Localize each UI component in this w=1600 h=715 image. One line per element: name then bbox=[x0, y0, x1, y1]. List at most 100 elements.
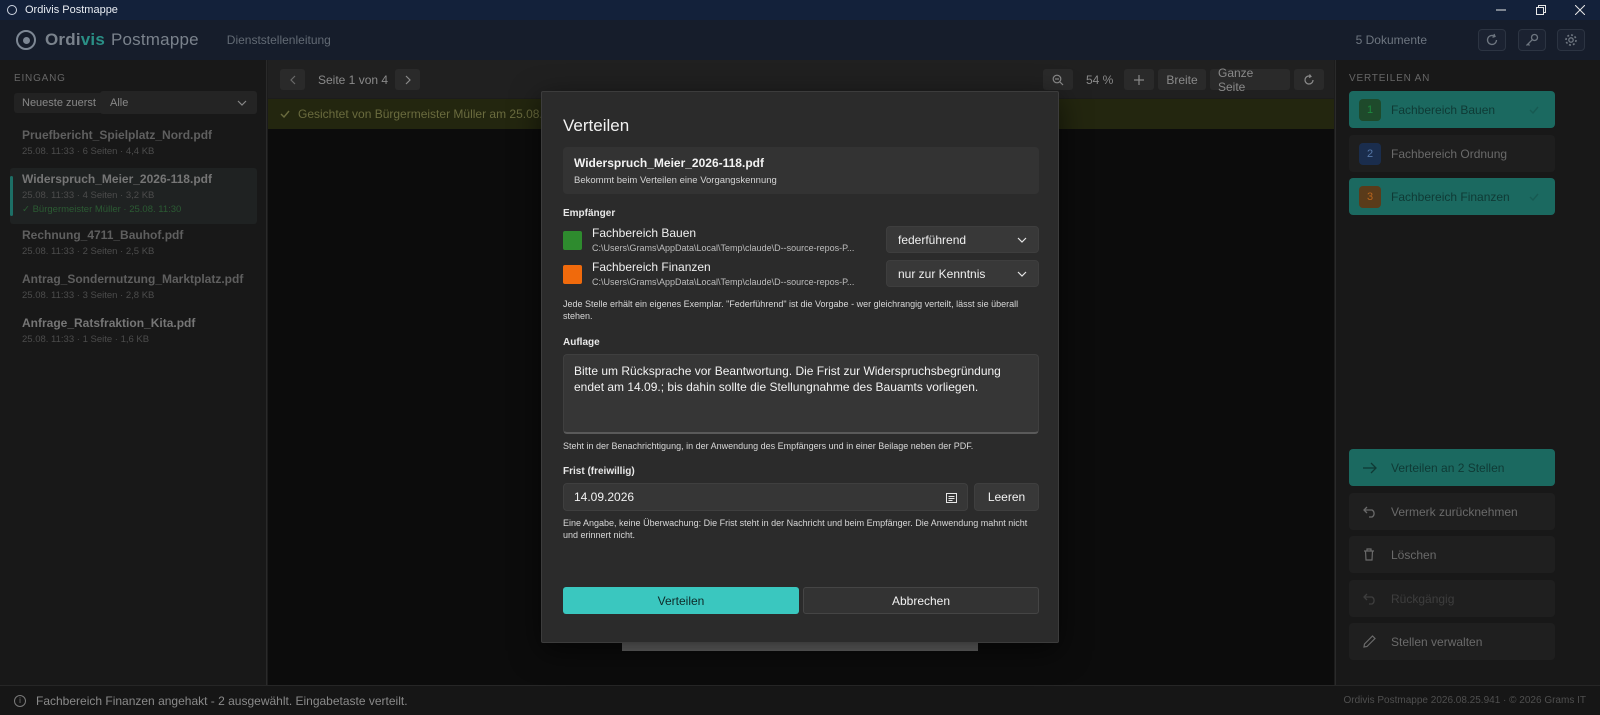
chevron-down-icon bbox=[237, 100, 247, 106]
zoom-out-icon bbox=[1052, 74, 1064, 85]
minimize-icon[interactable] bbox=[1481, 0, 1521, 20]
distribute-dialog: Verteilen Widerspruch_Meier_2026-118.pdf… bbox=[541, 91, 1059, 643]
dialog-title: Verteilen bbox=[563, 116, 630, 135]
file-meta: 25.08. 11:33 · 2 Seiten · 2,5 KB bbox=[22, 246, 155, 257]
dialog-distribute-button[interactable]: Verteilen bbox=[563, 587, 799, 614]
next-page-button[interactable] bbox=[395, 69, 420, 90]
recipients-hint: Jede Stelle erhält ein eigenes Exemplar.… bbox=[563, 299, 1019, 321]
frist-date-value: 14.09.2026 bbox=[574, 490, 635, 504]
manage-targets-button[interactable]: Stellen verwalten bbox=[1349, 623, 1555, 660]
zoom-level: 54 % bbox=[1086, 73, 1114, 87]
restore-icon[interactable] bbox=[1521, 0, 1561, 20]
recipient-name: Fachbereich Finanzen bbox=[592, 260, 711, 274]
zoom-out-button[interactable] bbox=[1043, 69, 1073, 90]
distribute-section-label: VERTEILEN AN bbox=[1349, 73, 1431, 84]
distribute-button-label: Verteilen an 2 Stellen bbox=[1391, 460, 1505, 475]
key-icon bbox=[1526, 33, 1539, 46]
auflage-hint: Steht in der Benachrichtigung, in der An… bbox=[563, 441, 974, 451]
undo-button[interactable]: Rückgängig bbox=[1349, 580, 1555, 617]
target-number: 2 bbox=[1359, 142, 1381, 165]
file-item[interactable]: Pruefbericht_Spielplatz_Nord.pdf 25.08. … bbox=[10, 124, 257, 168]
undo-icon bbox=[1363, 506, 1375, 518]
file-item[interactable]: Antrag_Sondernutzung_Marktplatz.pdf 25.0… bbox=[10, 268, 257, 312]
frist-clear-button[interactable]: Leeren bbox=[974, 483, 1039, 511]
filter-value: Alle bbox=[110, 96, 129, 109]
file-name: Antrag_Sondernutzung_Marktplatz.pdf bbox=[22, 272, 244, 286]
frist-hint: Eine Angabe, keine Überwachung: Die Fris… bbox=[563, 518, 1028, 540]
chevron-right-icon bbox=[405, 75, 411, 84]
prev-page-button[interactable] bbox=[280, 69, 305, 90]
viewed-banner-text: Gesichtet von Bürgermeister Müller am 25… bbox=[298, 107, 543, 121]
dialog-file-name: Widerspruch_Meier_2026-118.pdf bbox=[574, 156, 764, 170]
gear-icon bbox=[1565, 34, 1577, 46]
key-button[interactable] bbox=[1518, 29, 1546, 51]
pencil-icon bbox=[1363, 635, 1376, 648]
check-icon bbox=[280, 110, 290, 118]
close-icon[interactable] bbox=[1560, 0, 1600, 20]
rotate-button[interactable] bbox=[1294, 69, 1324, 90]
target-label: Fachbereich Ordnung bbox=[1391, 146, 1508, 161]
file-list: Pruefbericht_Spielplatz_Nord.pdf 25.08. … bbox=[10, 124, 257, 356]
rotate-icon bbox=[1304, 73, 1314, 85]
check-icon bbox=[1529, 106, 1539, 114]
filter-select[interactable]: Alle bbox=[100, 91, 257, 114]
chevron-down-icon bbox=[1017, 271, 1027, 277]
status-bar: i Fachbereich Finanzen angehakt - 2 ausg… bbox=[0, 685, 1600, 715]
target-fachbereich-finanzen[interactable]: 3 Fachbereich Finanzen bbox=[1349, 178, 1555, 215]
chevron-left-icon bbox=[289, 75, 295, 84]
frist-label: Frist (freiwillig) bbox=[563, 466, 635, 477]
frist-date-input[interactable]: 14.09.2026 bbox=[563, 483, 968, 511]
chevron-down-icon bbox=[1017, 237, 1027, 243]
check-icon bbox=[1529, 193, 1539, 201]
recipient-row: Fachbereich Finanzen C:\Users\Grams\AppD… bbox=[563, 260, 1039, 288]
delete-button[interactable]: Löschen bbox=[1349, 536, 1555, 573]
plus-icon bbox=[1134, 74, 1144, 85]
role-label: Dienststellenleitung bbox=[226, 33, 331, 47]
file-meta: 25.08. 11:33 · 3 Seiten · 2,8 KB bbox=[22, 290, 155, 301]
recipient-role-value: nur zur Kenntnis bbox=[898, 266, 986, 281]
recipient-color-swatch bbox=[563, 265, 582, 284]
recipients-label: Empfänger bbox=[563, 208, 616, 219]
distribute-button[interactable]: Verteilen an 2 Stellen bbox=[1349, 449, 1555, 486]
file-item[interactable]: Anfrage_Ratsfraktion_Kita.pdf 25.08. 11:… bbox=[10, 312, 257, 356]
target-fachbereich-bauen[interactable]: 1 Fachbereich Bauen bbox=[1349, 91, 1555, 128]
undo-icon bbox=[1363, 593, 1375, 605]
recipient-color-swatch bbox=[563, 231, 582, 250]
recipient-role-select[interactable]: federführend bbox=[886, 226, 1039, 253]
app-header: Ordivis Postmappe Dienststellenleitung 5 … bbox=[0, 20, 1600, 60]
delete-label: Löschen bbox=[1391, 547, 1437, 562]
recipient-row: Fachbereich Bauen C:\Users\Grams\AppData… bbox=[563, 226, 1039, 254]
manage-targets-label: Stellen verwalten bbox=[1391, 634, 1483, 649]
fit-page-button[interactable]: Ganze Seite bbox=[1210, 66, 1290, 94]
inbox-section-label: EINGANG bbox=[14, 73, 66, 84]
target-fachbereich-ordnung[interactable]: 2 Fachbereich Ordnung bbox=[1349, 135, 1555, 172]
recipient-role-select[interactable]: nur zur Kenntnis bbox=[886, 260, 1039, 287]
sort-button[interactable]: Neueste zuerst bbox=[14, 93, 104, 113]
recipient-path: C:\Users\Grams\AppData\Local\Temp\claude… bbox=[592, 277, 855, 287]
auflage-textarea[interactable]: Bitte um Rücksprache vor Beantwortung. D… bbox=[563, 354, 1039, 434]
trash-icon bbox=[1364, 548, 1374, 561]
refresh-icon bbox=[1486, 33, 1498, 46]
version-info: Ordivis Postmappe 2026.08.25.941 · © 202… bbox=[1343, 695, 1587, 706]
file-status: ✓ Bürgermeister Müller · 25.08. 11:30 bbox=[22, 204, 182, 215]
settings-button[interactable] bbox=[1557, 29, 1585, 51]
brand: Ordivis Postmappe bbox=[45, 30, 199, 49]
file-name: Anfrage_Ratsfraktion_Kita.pdf bbox=[22, 316, 196, 330]
window-titlebar: Ordivis Postmappe bbox=[0, 0, 1600, 20]
fit-width-button[interactable]: Breite bbox=[1158, 69, 1206, 90]
target-label: Fachbereich Finanzen bbox=[1391, 189, 1510, 204]
file-name: Pruefbericht_Spielplatz_Nord.pdf bbox=[22, 128, 213, 142]
target-label: Fachbereich Bauen bbox=[1391, 102, 1496, 117]
revoke-note-button[interactable]: Vermerk zurücknehmen bbox=[1349, 493, 1555, 530]
auflage-label: Auflage bbox=[563, 337, 600, 348]
dialog-cancel-button[interactable]: Abbrechen bbox=[803, 587, 1039, 614]
revoke-note-label: Vermerk zurücknehmen bbox=[1391, 504, 1518, 519]
file-item-selected[interactable]: Widerspruch_Meier_2026-118.pdf 25.08. 11… bbox=[10, 168, 257, 224]
target-number: 1 bbox=[1359, 98, 1381, 121]
zoom-in-button[interactable] bbox=[1124, 69, 1154, 90]
distribute-panel: VERTEILEN AN 1 Fachbereich Bauen 2 Fachb… bbox=[1335, 60, 1600, 685]
file-meta: 25.08. 11:33 · 4 Seiten · 3,2 KB bbox=[22, 190, 155, 201]
refresh-button[interactable] bbox=[1478, 29, 1506, 51]
window-title: Ordivis Postmappe bbox=[25, 4, 118, 16]
file-item[interactable]: Rechnung_4711_Bauhof.pdf 25.08. 11:33 · … bbox=[10, 224, 257, 268]
